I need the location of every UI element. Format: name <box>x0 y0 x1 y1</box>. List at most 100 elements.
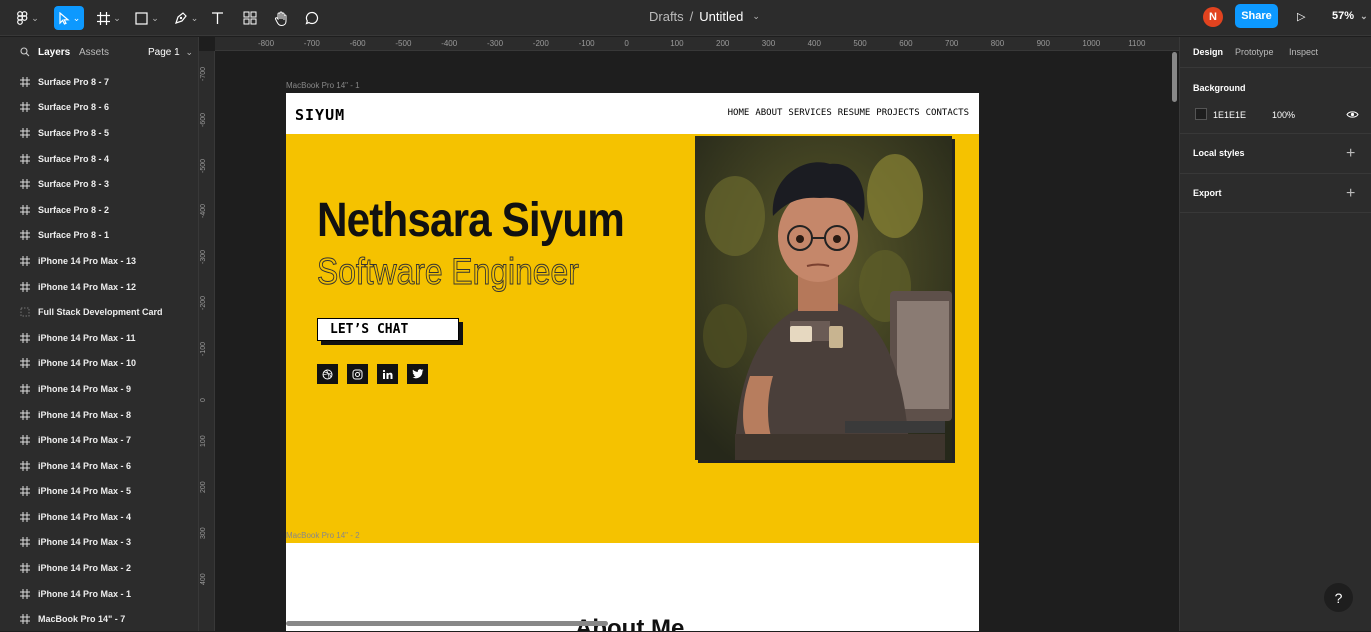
macbook-frame-1[interactable]: SIYUM HOME ABOUT SERVICES RESUME PROJECT… <box>286 93 979 543</box>
layer-item[interactable]: iPhone 14 Pro Max - 5 <box>0 479 199 505</box>
tab-prototype[interactable]: Prototype <box>1235 47 1274 57</box>
vertical-scrollbar[interactable] <box>1172 52 1177 102</box>
tab-inspect[interactable]: Inspect <box>1289 47 1318 57</box>
layer-name: iPhone 14 Pro Max - 4 <box>38 511 132 522</box>
layer-item[interactable]: iPhone 14 Pro Max - 4 <box>0 504 199 530</box>
ruler-tick-label: -200 <box>200 295 207 310</box>
ruler-tick-label: 600 <box>899 39 913 48</box>
ruler-tick-label: -600 <box>200 112 207 127</box>
help-button[interactable]: ? <box>1324 583 1353 612</box>
avatar[interactable]: N <box>1203 7 1223 27</box>
page-selector[interactable]: Page 1 ⌄ <box>148 47 193 58</box>
dribbble-icon[interactable] <box>317 364 338 384</box>
layer-item[interactable]: iPhone 14 Pro Max - 9 <box>0 376 199 402</box>
layer-item[interactable]: MacBook Pro 14" - 7 <box>0 606 199 632</box>
horizontal-scrollbar[interactable] <box>286 621 608 626</box>
nav-link-services[interactable]: SERVICES <box>788 108 831 118</box>
layer-item[interactable]: iPhone 14 Pro Max - 7 <box>0 427 199 453</box>
layer-item[interactable]: Surface Pro 8 - 3 <box>0 171 199 197</box>
chevron-down-icon: ⌄ <box>185 47 194 57</box>
file-name[interactable]: Untitled <box>699 9 743 24</box>
layer-item[interactable]: iPhone 14 Pro Max - 2 <box>0 555 199 581</box>
canvas[interactable]: MacBook Pro 14" - 1 SIYUM HOME ABOUT SER… <box>215 52 1179 631</box>
tab-design[interactable]: Design <box>1193 47 1223 57</box>
frame-icon <box>20 255 30 266</box>
background-hex-input[interactable]: 1E1E1E <box>1213 110 1246 120</box>
search-icon[interactable] <box>20 47 30 57</box>
nav-link-home[interactable]: HOME <box>728 108 750 118</box>
layer-name: Surface Pro 8 - 1 <box>38 230 110 241</box>
frame-icon <box>20 537 30 548</box>
add-style-plus-icon[interactable]: + <box>1346 146 1355 162</box>
file-location[interactable]: Drafts <box>649 9 684 24</box>
layer-item[interactable]: Surface Pro 8 - 1 <box>0 223 199 249</box>
text-icon <box>211 12 223 24</box>
background-opacity-input[interactable]: 100% <box>1272 110 1295 120</box>
shape-tool-button[interactable]: ⌄ <box>132 6 162 30</box>
hand-tool-button[interactable] <box>271 6 291 30</box>
frame-label[interactable]: MacBook Pro 14" - 2 <box>286 531 360 540</box>
layer-item[interactable]: Surface Pro 8 - 5 <box>0 120 199 146</box>
frame-label[interactable]: MacBook Pro 14" - 1 <box>286 81 360 90</box>
nav-link-contacts[interactable]: CONTACTS <box>926 108 969 118</box>
twitter-icon[interactable] <box>407 364 428 384</box>
tab-layers[interactable]: Layers <box>38 47 70 58</box>
layer-item[interactable]: Surface Pro 8 - 2 <box>0 197 199 223</box>
present-play-icon[interactable]: ▷ <box>1297 10 1305 23</box>
move-tool-button[interactable]: ⌄ <box>54 6 84 30</box>
ruler-tick-label: 400 <box>200 573 207 585</box>
layer-item[interactable]: iPhone 14 Pro Max - 13 <box>0 248 199 274</box>
layer-name: iPhone 14 Pro Max - 11 <box>38 332 136 343</box>
hand-icon <box>275 11 287 26</box>
layer-item[interactable]: iPhone 14 Pro Max - 8 <box>0 402 199 428</box>
share-button[interactable]: Share <box>1235 4 1278 28</box>
nav-link-projects[interactable]: PROJECTS <box>876 108 919 118</box>
layer-list: Surface Pro 8 - 7 Surface Pro 8 - 6 Surfac… <box>0 69 199 632</box>
site-navbar: SIYUM HOME ABOUT SERVICES RESUME PROJECT… <box>286 93 979 134</box>
layer-item[interactable]: iPhone 14 Pro Max - 12 <box>0 274 199 300</box>
eye-icon[interactable] <box>1346 110 1359 119</box>
layer-item[interactable]: Surface Pro 8 - 7 <box>0 69 199 95</box>
ruler-tick-label: 200 <box>200 481 207 494</box>
frame-icon <box>20 281 30 292</box>
frame-tool-button[interactable]: ⌄ <box>94 6 124 30</box>
resources-button[interactable] <box>240 6 260 30</box>
ruler-tick-label: -500 <box>395 39 412 48</box>
text-tool-button[interactable] <box>207 6 227 30</box>
layer-item[interactable]: iPhone 14 Pro Max - 10 <box>0 351 199 377</box>
divider <box>1180 212 1371 213</box>
layer-name: Surface Pro 8 - 6 <box>38 102 110 113</box>
frame-icon <box>20 588 30 599</box>
layer-item[interactable]: iPhone 14 Pro Max - 3 <box>0 530 199 556</box>
instagram-icon[interactable] <box>347 364 368 384</box>
main-menu-button[interactable]: ⌄ <box>14 6 42 30</box>
linkedin-icon[interactable] <box>377 364 398 384</box>
background-color-swatch[interactable] <box>1195 108 1207 120</box>
frame-icon <box>20 230 30 241</box>
layer-item[interactable]: Surface Pro 8 - 6 <box>0 95 199 121</box>
add-export-plus-icon[interactable]: + <box>1346 186 1355 202</box>
lets-chat-button[interactable]: LET’S CHAT <box>317 318 459 341</box>
file-title[interactable]: Drafts / Untitled ⌄ <box>649 9 760 24</box>
macbook-frame-2[interactable]: About Me <box>286 543 979 631</box>
zoom-value: 57% <box>1332 10 1355 22</box>
layer-item[interactable]: Surface Pro 8 - 4 <box>0 146 199 172</box>
profile-illustration <box>695 136 952 460</box>
pen-tool-button[interactable]: ⌄ <box>171 6 201 30</box>
layer-name: iPhone 14 Pro Max - 6 <box>38 460 132 471</box>
ruler-tick-label: 0 <box>200 397 207 402</box>
layer-item[interactable]: iPhone 14 Pro Max - 1 <box>0 581 199 607</box>
zoom-level[interactable]: 57% ⌄ <box>1332 10 1368 22</box>
ruler-tick-label: 100 <box>200 435 207 448</box>
nav-link-about[interactable]: ABOUT <box>755 108 782 118</box>
ruler-tick-label: 500 <box>853 39 867 48</box>
nav-link-resume[interactable]: RESUME <box>838 108 871 118</box>
tab-assets[interactable]: Assets <box>79 47 109 58</box>
divider <box>1180 173 1371 174</box>
layer-item[interactable]: iPhone 14 Pro Max - 6 <box>0 453 199 479</box>
layer-item[interactable]: Full Stack Development Card <box>0 299 199 325</box>
comment-tool-button[interactable] <box>302 6 322 30</box>
chevron-down-icon[interactable]: ⌄ <box>752 11 760 22</box>
layer-item[interactable]: iPhone 14 Pro Max - 11 <box>0 325 199 351</box>
frame-icon <box>20 614 30 625</box>
